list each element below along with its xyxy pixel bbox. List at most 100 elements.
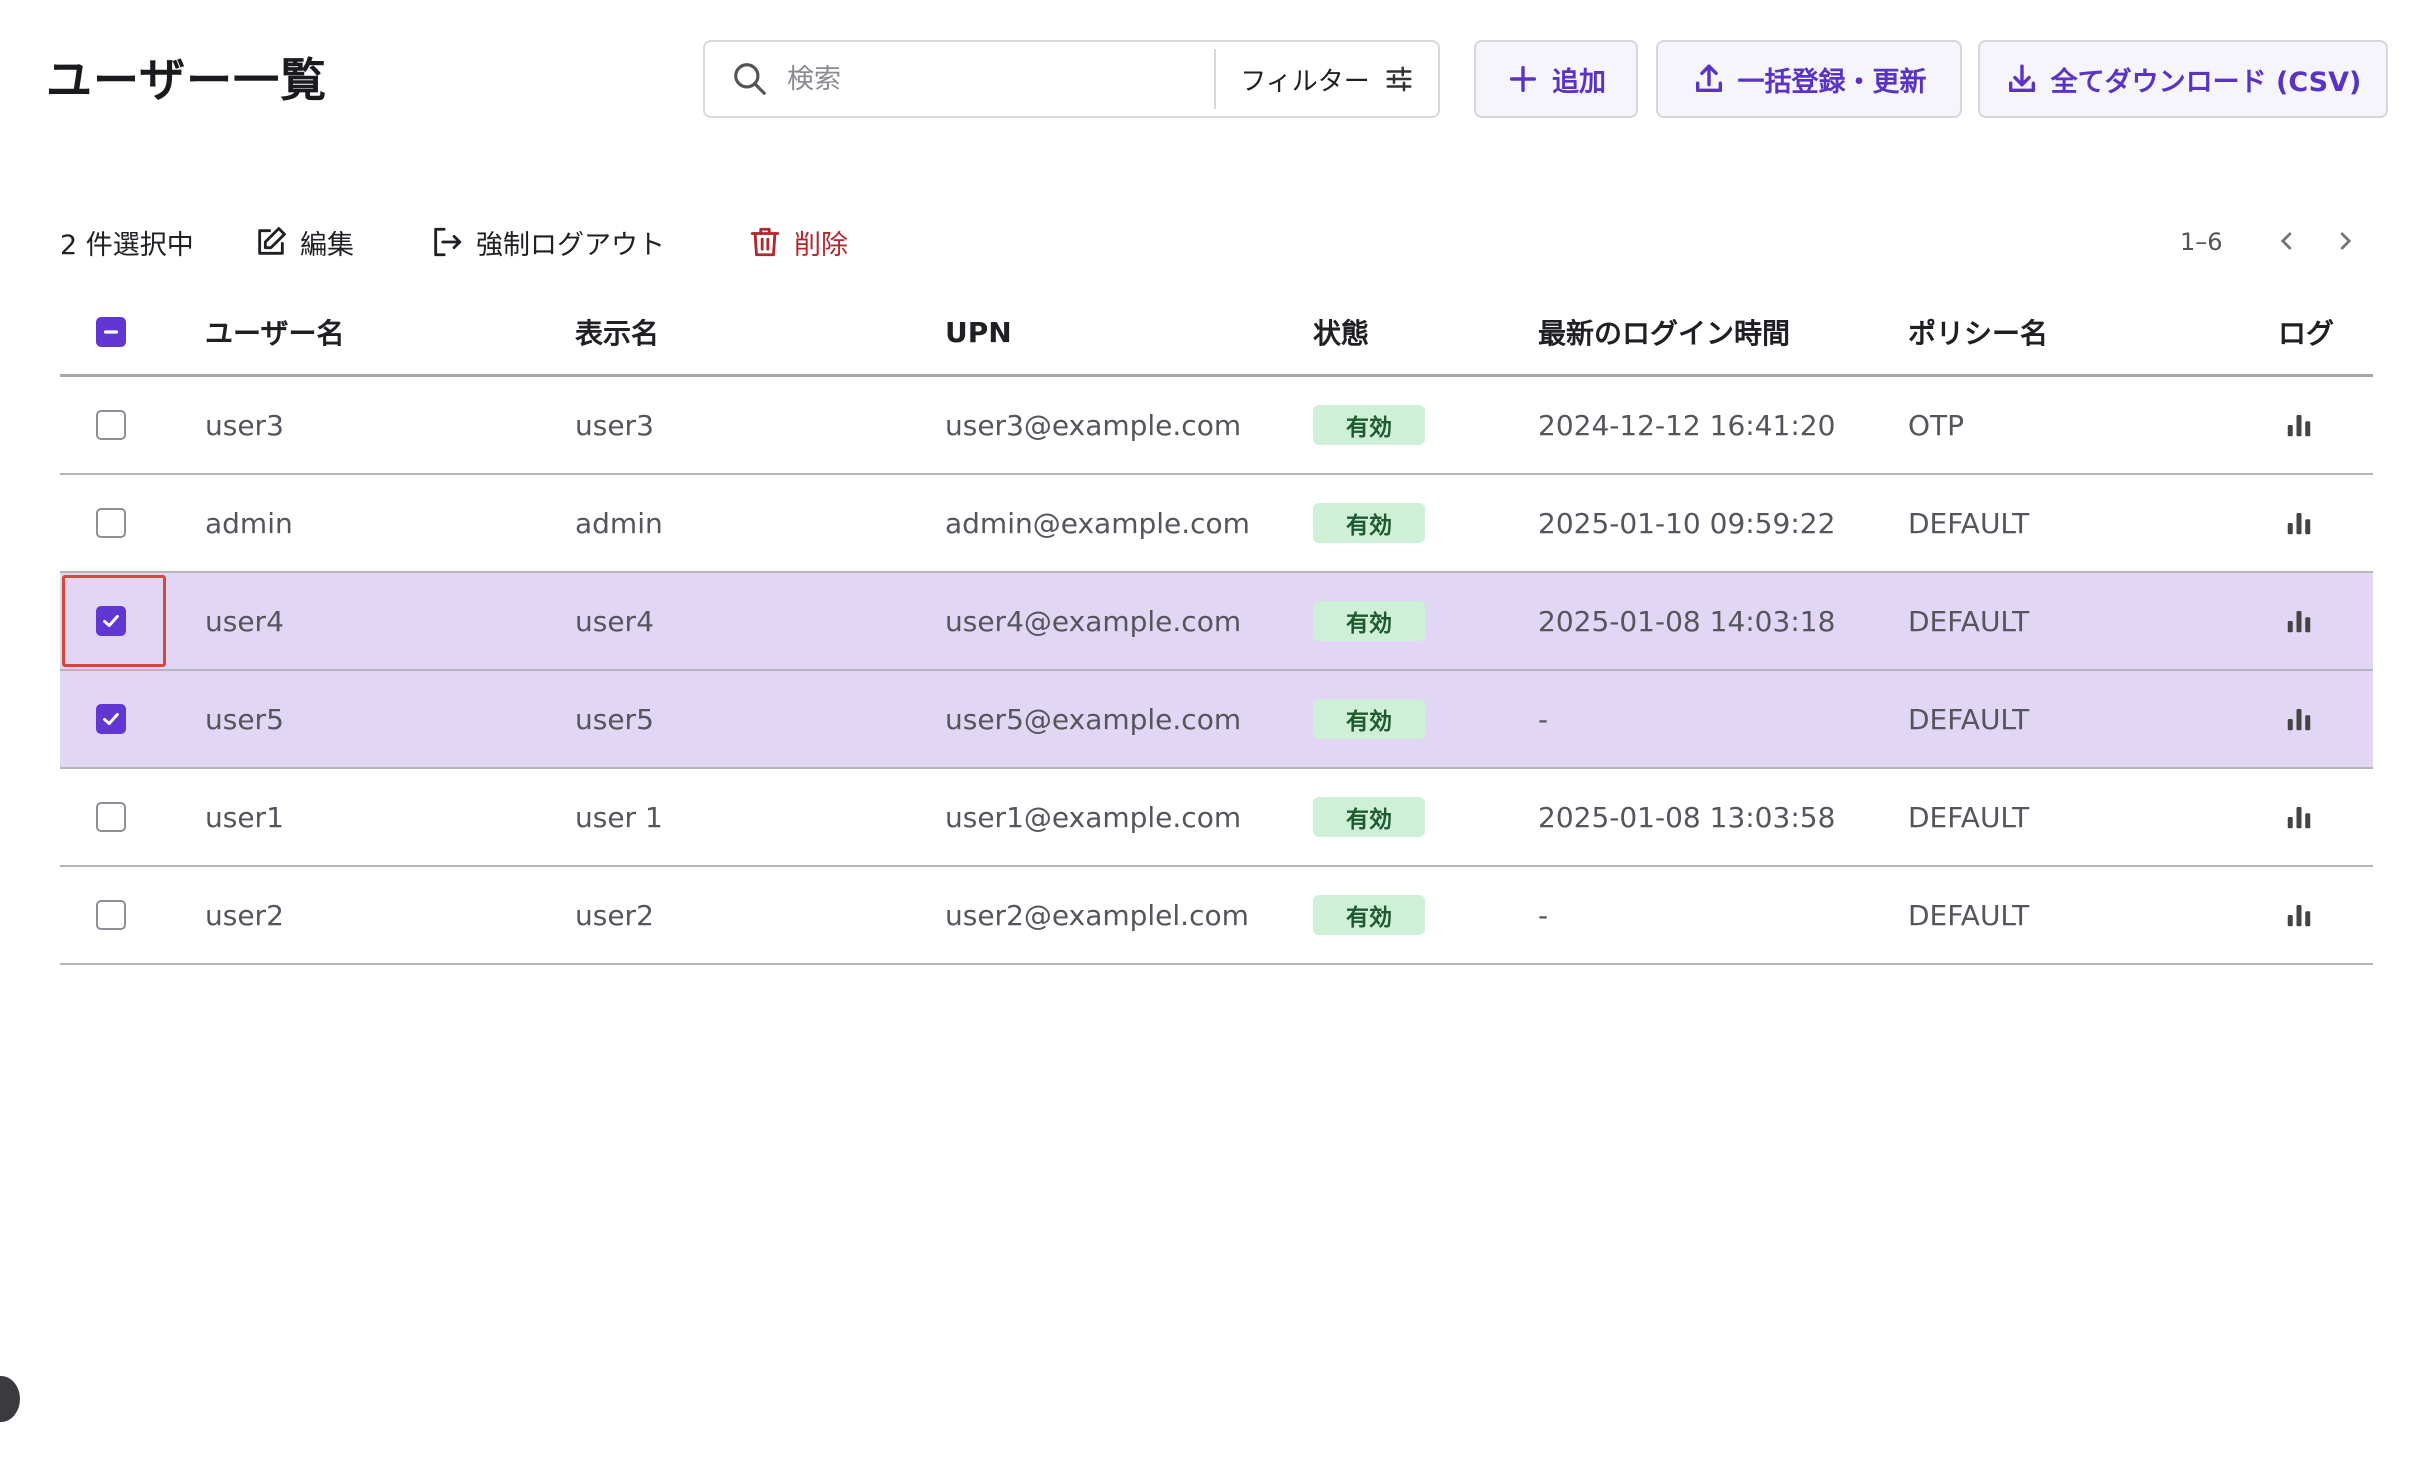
status-badge: 有効 [1313, 895, 1425, 935]
user-table: ユーザー名 表示名 UPN 状態 最新のログイン時間 ポリシー名 ログ user… [60, 290, 2373, 965]
table-row[interactable]: user3 user3 user3@example.com 有効 2024-12… [60, 377, 2373, 475]
minus-icon [103, 330, 119, 334]
cell-upn: user4@example.com [945, 604, 1242, 638]
bulk-register-label: 一括登録・更新 [1737, 66, 1927, 98]
cell-last-login: - [1538, 702, 1549, 736]
bar-chart-icon[interactable] [2284, 508, 2314, 538]
download-csv-label: 全てダウンロード (CSV) [2050, 66, 2362, 98]
row-checkbox[interactable] [96, 900, 126, 930]
cell-upn: user3@example.com [945, 408, 1242, 442]
cell-log [2284, 377, 2314, 473]
next-page-button[interactable] [2328, 224, 2362, 258]
force-logout-button[interactable]: 強制ログアウト [430, 222, 665, 262]
download-csv-button[interactable]: 全てダウンロード (CSV) [1978, 40, 2388, 118]
row-checkbox[interactable] [96, 410, 126, 440]
bar-chart-icon[interactable] [2284, 704, 2314, 734]
force-logout-label: 強制ログアウト [476, 229, 665, 261]
cell-policy: DEFAULT [1908, 604, 2030, 638]
cell-log [2284, 769, 2314, 865]
row-checkbox-cell [96, 475, 126, 571]
previous-page-button[interactable] [2270, 224, 2304, 258]
table-row[interactable]: user1 user 1 user1@example.com 有効 2025-0… [60, 769, 2373, 867]
column-header-upn[interactable]: UPN [945, 290, 1012, 374]
cell-last-login: 2025-01-10 09:59:22 [1538, 506, 1836, 540]
bulk-register-button[interactable]: 一括登録・更新 [1656, 40, 1962, 118]
cell-last-login: 2024-12-12 16:41:20 [1538, 408, 1836, 442]
row-checkbox-cell [96, 769, 126, 865]
cell-status: 有効 [1313, 867, 1425, 963]
cell-log [2284, 573, 2314, 669]
cell-display-name: user 1 [575, 800, 663, 834]
selection-count: 2 件選択中 [60, 229, 194, 261]
row-checkbox[interactable] [96, 606, 126, 636]
checkmark-icon [103, 712, 119, 726]
search-box: フィルター [703, 40, 1440, 118]
select-all-checkbox[interactable] [96, 317, 126, 347]
table-row[interactable]: user4 user4 user4@example.com 有効 2025-01… [60, 573, 2373, 671]
filter-sliders-icon [1386, 66, 1412, 92]
table-row[interactable]: admin admin admin@example.com 有効 2025-01… [60, 475, 2373, 573]
bar-chart-icon[interactable] [2284, 606, 2314, 636]
edit-icon [258, 227, 286, 255]
chevron-right-icon [2340, 232, 2352, 250]
cell-status: 有効 [1313, 671, 1425, 767]
column-header-status[interactable]: 状態 [1313, 290, 1369, 374]
column-header-log: ログ [2278, 317, 2335, 350]
row-checkbox[interactable] [96, 508, 126, 538]
cell-display-name: user4 [575, 604, 654, 638]
filter-button[interactable]: フィルター [1216, 42, 1438, 116]
search-input[interactable] [785, 48, 1189, 110]
table-row[interactable]: user5 user5 user5@example.com 有効 - DEFAU… [60, 671, 2373, 769]
download-icon [2008, 64, 2035, 93]
cell-username: user3 [205, 408, 284, 442]
cell-policy: OTP [1908, 408, 1965, 442]
row-checkbox[interactable] [96, 802, 126, 832]
cell-username: user5 [205, 702, 284, 736]
cell-upn: user2@examplel.com [945, 898, 1249, 932]
column-header-username[interactable]: ユーザー名 [205, 290, 344, 374]
table-body: user3 user3 user3@example.com 有効 2024-12… [60, 377, 2373, 965]
cell-policy: DEFAULT [1908, 800, 2030, 834]
column-header-display-name[interactable]: 表示名 [575, 290, 659, 374]
cell-policy: DEFAULT [1908, 898, 2030, 932]
floating-indicator[interactable] [0, 1376, 20, 1422]
table-header: ユーザー名 表示名 UPN 状態 最新のログイン時間 ポリシー名 ログ [60, 290, 2373, 377]
cell-username: user1 [205, 800, 284, 834]
column-header-last-login[interactable]: 最新のログイン時間 [1538, 290, 1790, 374]
cell-last-login: 2025-01-08 13:03:58 [1538, 800, 1836, 834]
pagination-range: 1–6 [2180, 228, 2223, 256]
cell-log [2284, 867, 2314, 963]
edit-button[interactable]: 編集 [254, 222, 354, 262]
row-checkbox[interactable] [96, 704, 126, 734]
status-badge: 有効 [1313, 601, 1425, 641]
column-header-policy[interactable]: ポリシー名 [1908, 290, 2048, 374]
cell-upn: admin@example.com [945, 506, 1250, 540]
cell-policy: DEFAULT [1908, 506, 2030, 540]
cell-status: 有効 [1313, 573, 1425, 669]
add-button[interactable]: 追加 [1474, 40, 1638, 118]
cell-last-login: 2025-01-08 14:03:18 [1538, 604, 1836, 638]
upload-icon [1695, 64, 1722, 93]
cell-username: user2 [205, 898, 284, 932]
page-title: ユーザー一覧 [46, 53, 328, 107]
cell-log [2284, 475, 2314, 571]
row-checkbox-cell [96, 671, 126, 767]
cell-policy: DEFAULT [1908, 702, 2030, 736]
delete-button[interactable]: 削除 [748, 222, 848, 262]
trash-icon [750, 227, 780, 257]
cell-display-name: admin [575, 506, 663, 540]
table-row[interactable]: user2 user2 user2@examplel.com 有効 - DEFA… [60, 867, 2373, 965]
cell-status: 有効 [1313, 377, 1425, 473]
plus-icon [1509, 65, 1537, 93]
bar-chart-icon[interactable] [2284, 410, 2314, 440]
cell-upn: user5@example.com [945, 702, 1242, 736]
chevron-left-icon [2280, 232, 2292, 250]
cell-upn: user1@example.com [945, 800, 1242, 834]
header-checkbox-cell [96, 290, 126, 374]
bar-chart-icon[interactable] [2284, 802, 2314, 832]
status-badge: 有効 [1313, 405, 1425, 445]
bar-chart-icon[interactable] [2284, 900, 2314, 930]
logout-icon [434, 227, 462, 257]
row-checkbox-cell [96, 573, 126, 669]
status-badge: 有効 [1313, 797, 1425, 837]
